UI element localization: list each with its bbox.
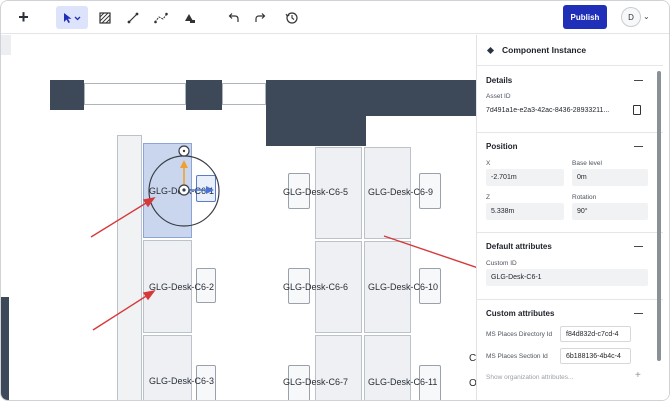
details-section: Details Asset ID 7d491a1e-e2a3-42ac-8436… bbox=[477, 65, 663, 138]
rotation-field[interactable]: 90° bbox=[572, 203, 648, 220]
attribute-label: MS Places Directory Id bbox=[486, 331, 553, 338]
toolbar: + Publish D ⌄ bbox=[1, 1, 669, 34]
custom-attributes-section: Custom attributes MS Places Directory Id… bbox=[477, 299, 663, 400]
default-attributes-section: Default attributes Custom ID GLG-Desk-C6… bbox=[477, 232, 663, 294]
asset-id-value: 7d491a1e-e2a3-42ac-8436-28933211... bbox=[486, 107, 610, 114]
clipboard-icon[interactable] bbox=[633, 105, 641, 115]
line-tool-icon[interactable] bbox=[121, 6, 144, 29]
panel-title: Component Instance bbox=[502, 45, 587, 55]
position-section: Position X -2.701m Base level 0m Z 5.338… bbox=[477, 132, 663, 232]
panel-scrollbar[interactable] bbox=[657, 71, 661, 361]
avatar[interactable]: D bbox=[621, 7, 641, 27]
section-title: Details bbox=[486, 76, 513, 85]
attribute-value-field[interactable]: f84d832d-c7cd-4 bbox=[560, 326, 631, 342]
z-field[interactable]: 5.338m bbox=[486, 203, 564, 220]
collapse-icon[interactable] bbox=[634, 80, 643, 81]
redo-icon[interactable] bbox=[249, 6, 272, 29]
attribute-value-field[interactable]: 6b188136-4b4c-4 bbox=[560, 348, 631, 364]
section-title: Position bbox=[486, 142, 518, 151]
plus-icon[interactable]: + bbox=[12, 6, 35, 29]
x-label: X bbox=[486, 160, 491, 167]
collapse-icon[interactable] bbox=[634, 246, 643, 247]
x-field[interactable]: -2.701m bbox=[486, 169, 564, 186]
attribute-label: MS Places Section Id bbox=[486, 353, 548, 360]
undo-icon[interactable] bbox=[221, 6, 244, 29]
rotation-label: Rotation bbox=[572, 194, 597, 201]
component-diamond-icon bbox=[486, 46, 495, 54]
asset-id-label: Asset ID bbox=[486, 93, 511, 100]
fill-tool-icon[interactable] bbox=[178, 6, 201, 29]
hatch-area-icon[interactable] bbox=[93, 6, 116, 29]
publish-button[interactable]: Publish bbox=[563, 5, 607, 29]
add-attribute-icon[interactable]: + bbox=[635, 370, 641, 381]
base-level-label: Base level bbox=[572, 160, 602, 167]
select-tool-button[interactable] bbox=[56, 6, 88, 29]
chevron-down-icon[interactable]: ⌄ bbox=[643, 12, 650, 21]
show-organization-attributes-link[interactable]: Show organization attributes... bbox=[486, 374, 573, 381]
transform-gizmo[interactable] bbox=[1, 35, 476, 401]
panel-header: Component Instance bbox=[477, 35, 669, 65]
custom-id-field[interactable]: GLG-Desk-C6-1 bbox=[486, 269, 648, 286]
properties-panel: Component Instance Details Asset ID 7d49… bbox=[476, 35, 669, 400]
custom-id-label: Custom ID bbox=[486, 260, 517, 267]
section-title: Custom attributes bbox=[486, 309, 555, 318]
history-icon[interactable] bbox=[280, 6, 303, 29]
section-title: Default attributes bbox=[486, 242, 552, 251]
polyline-tool-icon[interactable] bbox=[149, 6, 172, 29]
select-arrow-icon bbox=[64, 12, 81, 23]
z-label: Z bbox=[486, 194, 490, 201]
floor-plan-canvas[interactable]: GLG-Desk-C6-1 GLG-Desk-C6-2 GLG-Desk-C6-… bbox=[1, 35, 476, 401]
app-window: + Publish D ⌄ GLG-Desk-C6-2 GLG-Desk-C6-… bbox=[0, 0, 670, 401]
collapse-icon[interactable] bbox=[634, 146, 643, 147]
collapse-icon[interactable] bbox=[634, 313, 643, 314]
base-level-field[interactable]: 0m bbox=[572, 169, 648, 186]
